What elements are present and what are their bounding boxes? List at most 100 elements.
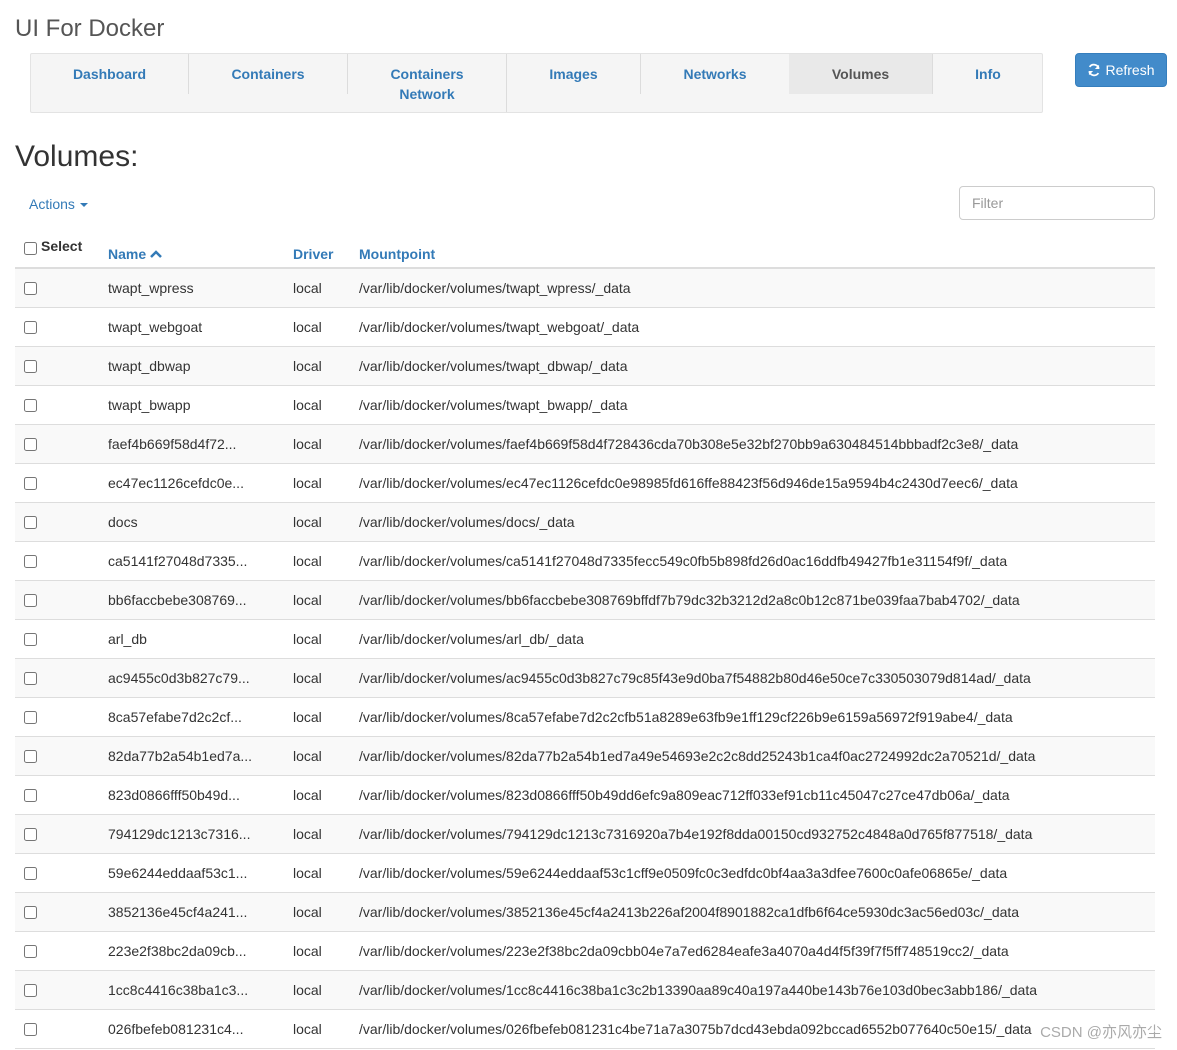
row-select-checkbox[interactable]: [24, 437, 37, 451]
nav-dashboard[interactable]: Dashboard: [31, 54, 188, 94]
volume-driver: local: [293, 631, 322, 647]
row-select-cell: [24, 932, 37, 970]
volume-driver: local: [293, 904, 322, 920]
volume-driver: local: [293, 748, 322, 764]
volume-name: 026fbefeb081231c4...: [108, 1021, 244, 1037]
volume-driver: local: [293, 1021, 322, 1037]
table-row: 8ca57efabe7d2c2cf... local/var/lib/docker…: [15, 698, 1155, 737]
volume-driver: local: [293, 709, 322, 725]
row-select-checkbox[interactable]: [24, 749, 37, 763]
row-select-cell: [24, 659, 37, 697]
volume-mountpoint: /var/lib/docker/volumes/1cc8c4416c38ba1c…: [359, 982, 1038, 998]
row-select-checkbox[interactable]: [24, 554, 37, 568]
nav-volumes[interactable]: Volumes: [789, 54, 932, 94]
nav-containers[interactable]: Containers: [189, 54, 347, 94]
nav-info[interactable]: Info: [933, 54, 1043, 94]
row-select-cell: [24, 464, 37, 502]
volume-mountpoint: /var/lib/docker/volumes/59e6244eddaaf53c…: [359, 865, 1008, 881]
nav-networks[interactable]: Networks: [641, 54, 789, 94]
row-select-cell: [24, 542, 37, 580]
driver-column-header[interactable]: Driver: [293, 235, 333, 272]
table-row: twapt_dbwap local/var/lib/docker/volumes/…: [15, 347, 1155, 386]
row-select-checkbox[interactable]: [24, 710, 37, 724]
row-select-checkbox[interactable]: [24, 320, 37, 334]
row-select-cell: [24, 776, 37, 814]
volume-name: twapt_wpress: [108, 280, 194, 296]
volume-driver: local: [293, 514, 322, 530]
volume-name: faef4b669f58d4f72...: [108, 436, 237, 452]
volume-name: 8ca57efabe7d2c2cf...: [108, 709, 242, 725]
volume-mountpoint: /var/lib/docker/volumes/ec47ec1126cefdc0…: [359, 475, 1018, 491]
refresh-button[interactable]: Refresh: [1075, 53, 1167, 87]
mountpoint-column-header[interactable]: Mountpoint: [359, 235, 435, 272]
volume-driver: local: [293, 397, 322, 413]
row-select-checkbox[interactable]: [24, 905, 37, 919]
volume-mountpoint: /var/lib/docker/volumes/twapt_webgoat/_d…: [359, 319, 640, 335]
row-select-cell: [24, 698, 37, 736]
row-select-cell: [24, 425, 37, 463]
volume-name: 794129dc1213c7316...: [108, 826, 251, 842]
row-select-checkbox[interactable]: [24, 983, 37, 997]
row-select-checkbox[interactable]: [24, 827, 37, 841]
volume-name: ca5141f27048d7335...: [108, 553, 248, 569]
table-header: Select Name Driver Mountpoint: [15, 230, 1155, 269]
row-select-checkbox[interactable]: [24, 944, 37, 958]
table-row: docs local/var/lib/docker/volumes/docs/_d…: [15, 503, 1155, 542]
filter-input[interactable]: [959, 186, 1155, 220]
volume-name: 223e2f38bc2da09cb...: [108, 943, 247, 959]
nav-containers-network[interactable]: Containers Network: [348, 54, 506, 114]
table-row: 3852136e45cf4a241... local/var/lib/docker…: [15, 893, 1155, 932]
volume-mountpoint: /var/lib/docker/volumes/ac9455c0d3b827c7…: [359, 670, 1031, 686]
volume-name: 59e6244eddaaf53c1...: [108, 865, 248, 881]
row-select-checkbox[interactable]: [24, 671, 37, 685]
volume-mountpoint: /var/lib/docker/volumes/026fbefeb081231c…: [359, 1021, 1032, 1037]
volume-mountpoint: /var/lib/docker/volumes/8ca57efabe7d2c2c…: [359, 709, 1013, 725]
row-select-cell: [24, 386, 37, 424]
volume-mountpoint: /var/lib/docker/volumes/faef4b669f58d4f7…: [359, 436, 1019, 452]
volumes-table: Select Name Driver Mountpoint twapt_wpre…: [15, 230, 1155, 1049]
select-header-label: Select: [41, 237, 83, 254]
volume-name: 82da77b2a54b1ed7a...: [108, 748, 253, 764]
volume-name: twapt_webgoat: [108, 319, 203, 335]
nav-images[interactable]: Images: [507, 54, 640, 94]
row-select-checkbox[interactable]: [24, 593, 37, 607]
row-select-checkbox[interactable]: [24, 281, 37, 295]
table-row: ca5141f27048d7335... local/var/lib/docker…: [15, 542, 1155, 581]
row-select-checkbox[interactable]: [24, 515, 37, 529]
volume-name: twapt_dbwap: [108, 358, 191, 374]
select-all-checkbox[interactable]: [24, 242, 37, 255]
caret-down-icon: [79, 203, 88, 207]
select-all-header: Select: [24, 230, 82, 267]
volume-name: ec47ec1126cefdc0e...: [108, 475, 244, 491]
table-row: 82da77b2a54b1ed7a... local/var/lib/docker…: [15, 737, 1155, 776]
row-select-checkbox[interactable]: [24, 359, 37, 373]
actions-label: Actions: [29, 196, 75, 212]
watermark: CSDN @亦风亦尘: [1040, 1024, 1162, 1041]
row-select-cell: [24, 1010, 37, 1048]
table-row: twapt_webgoat local/var/lib/docker/volume…: [15, 308, 1155, 347]
row-select-cell: [24, 854, 37, 892]
chevron-up-icon: [150, 249, 163, 258]
row-select-checkbox[interactable]: [24, 1022, 37, 1036]
name-column-header[interactable]: Name: [108, 235, 163, 272]
name-header-label: Name: [108, 245, 147, 262]
volume-driver: local: [293, 982, 322, 998]
volume-mountpoint: /var/lib/docker/volumes/twapt_dbwap/_dat…: [359, 358, 628, 374]
volume-driver: local: [293, 787, 322, 803]
row-select-checkbox[interactable]: [24, 788, 37, 802]
volume-mountpoint: /var/lib/docker/volumes/3852136e45cf4a24…: [359, 904, 1020, 920]
actions-dropdown[interactable]: Actions: [29, 196, 88, 212]
row-select-checkbox[interactable]: [24, 866, 37, 880]
volume-driver: local: [293, 826, 322, 842]
row-select-checkbox[interactable]: [24, 398, 37, 412]
row-select-checkbox[interactable]: [24, 632, 37, 646]
table-row: 026fbefeb081231c4... local/var/lib/docker…: [15, 1010, 1155, 1049]
table-row: ac9455c0d3b827c79... local/var/lib/docker…: [15, 659, 1155, 698]
volume-driver: local: [293, 436, 322, 452]
volume-driver: local: [293, 475, 322, 491]
volume-name: twapt_bwapp: [108, 397, 191, 413]
table-row: 794129dc1213c7316... local/var/lib/docker…: [15, 815, 1155, 854]
row-select-checkbox[interactable]: [24, 476, 37, 490]
table-body: twapt_wpresslocal/var/lib/docker/volumes…: [15, 269, 1155, 1049]
volume-name: ac9455c0d3b827c79...: [108, 670, 250, 686]
